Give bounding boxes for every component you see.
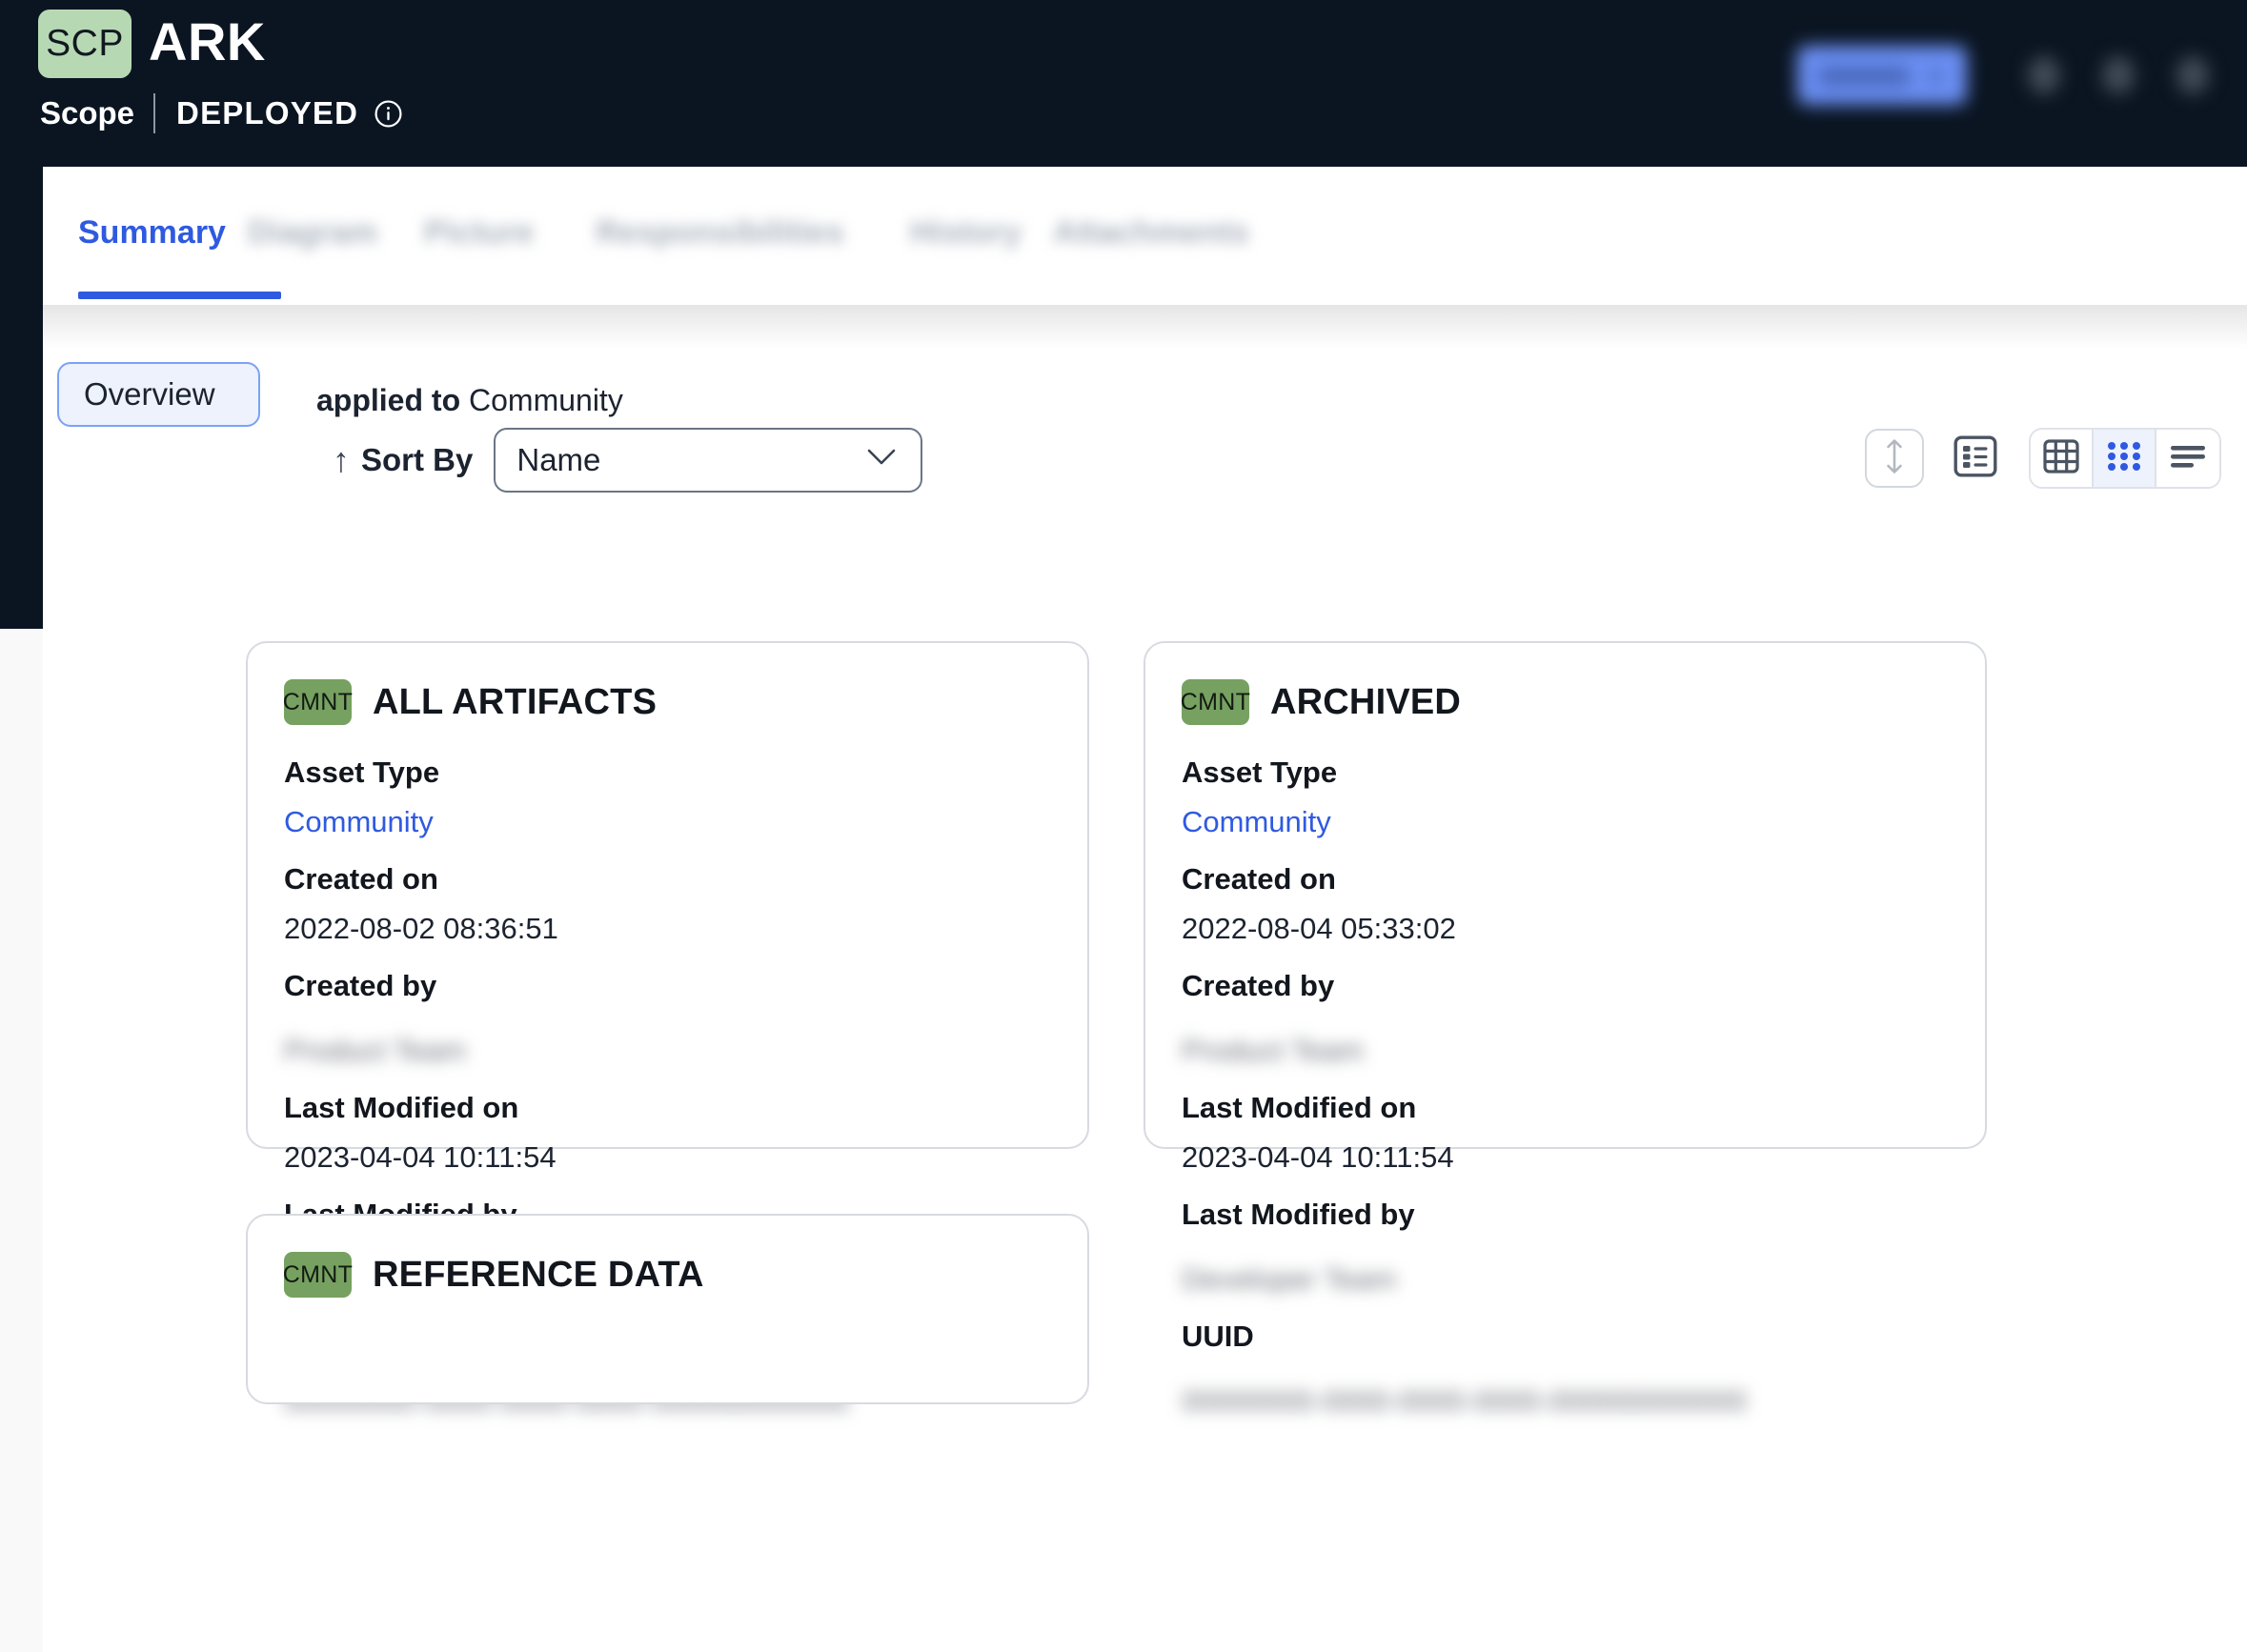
tab-bar-shadow bbox=[43, 305, 2247, 349]
field-label-created-by: Created by bbox=[284, 969, 437, 1002]
info-circle-icon[interactable] bbox=[374, 99, 403, 129]
section-rail: Overview bbox=[57, 362, 314, 427]
field-value-created-on: 2022-08-04 05:33:02 bbox=[1182, 912, 1456, 945]
tab-redacted-3[interactable]: Responsibilities bbox=[596, 214, 844, 252]
tab-redacted-4[interactable]: History bbox=[910, 214, 1022, 252]
card-title: REFERENCE DATA bbox=[373, 1254, 704, 1295]
sort-by-select[interactable]: Name bbox=[494, 428, 923, 493]
field-value-asset-type[interactable]: Community bbox=[1182, 805, 1949, 839]
tab-redacted-2[interactable]: Picture bbox=[424, 214, 534, 252]
content-panel: Summary Diagram Picture Responsibilities… bbox=[43, 167, 2247, 1652]
header-actions bbox=[1797, 46, 2218, 105]
primary-action-button[interactable] bbox=[1797, 46, 1967, 105]
list-detail-icon-button[interactable] bbox=[1953, 431, 1998, 486]
card-header: CMNT REFERENCE DATA bbox=[283, 1252, 1051, 1298]
scp-badge: SCP bbox=[38, 10, 132, 78]
sort-by-value: Name bbox=[516, 442, 601, 477]
field-value-created-on: 2022-08-02 08:36:51 bbox=[284, 912, 558, 945]
card-header: CMNT ARCHIVED bbox=[1181, 679, 1949, 725]
field-label-created-on: Created on bbox=[284, 862, 438, 896]
left-rail-light-strip bbox=[0, 629, 43, 1652]
field-label-last-modified-by: Last Modified by bbox=[1182, 1198, 1415, 1231]
expand-vertical-icon bbox=[1884, 438, 1905, 479]
dot-grid-icon bbox=[2106, 440, 2142, 477]
tab-bar: Summary Diagram Picture Responsibilities… bbox=[43, 167, 2247, 305]
asset-type-chip: CMNT bbox=[283, 1252, 353, 1298]
view-mode-table-button[interactable] bbox=[2031, 430, 2094, 487]
asset-card[interactable]: CMNT REFERENCE DATA bbox=[246, 1214, 1089, 1404]
sort-bar: ↑ Sort By Name bbox=[333, 426, 923, 494]
arrow-up-icon[interactable]: ↑ bbox=[333, 443, 350, 477]
card-header: CMNT ALL ARTIFACTS bbox=[283, 679, 1051, 725]
view-mode-grid-button[interactable] bbox=[2094, 430, 2156, 487]
header-icon-3[interactable] bbox=[2176, 56, 2209, 94]
list-detail-icon bbox=[1953, 435, 1997, 482]
header-subrow: Scope DEPLOYED bbox=[40, 93, 403, 133]
field-value-created-by: Product Team bbox=[1182, 1034, 1364, 1067]
list-lines-icon bbox=[2170, 444, 2206, 473]
field-label-asset-type: Asset Type bbox=[284, 755, 440, 789]
page-title: ARK bbox=[149, 11, 266, 71]
field-value-last-modified-on: 2023-04-04 10:11:54 bbox=[1182, 1140, 1454, 1174]
field-label-uuid: UUID bbox=[1182, 1320, 1254, 1353]
tab-redacted-5[interactable]: Attachments bbox=[1053, 214, 1249, 252]
view-mode-list-button[interactable] bbox=[2156, 430, 2219, 487]
asset-card[interactable]: CMNT ALL ARTIFACTS Asset Type Community … bbox=[246, 641, 1089, 1418]
field-label-created-on: Created on bbox=[1182, 862, 1336, 896]
card-title: ARCHIVED bbox=[1270, 681, 1462, 722]
asset-type-chip: CMNT bbox=[283, 679, 353, 725]
tab-redacted-1[interactable]: Diagram bbox=[248, 214, 377, 252]
applied-to-value: Community bbox=[469, 383, 623, 417]
applied-to-line: applied to Community bbox=[316, 383, 623, 418]
top-header-bar: SCP ARK Scope DEPLOYED bbox=[0, 0, 2247, 167]
asset-card[interactable]: CMNT ARCHIVED Asset Type Community Creat… bbox=[1144, 641, 1987, 1418]
sidebar-item-overview[interactable]: Overview bbox=[57, 362, 260, 427]
tab-summary[interactable]: Summary bbox=[78, 214, 226, 252]
applied-to-prefix: applied to bbox=[316, 383, 461, 417]
status-badge: DEPLOYED bbox=[176, 95, 359, 131]
field-label-last-modified-on: Last Modified on bbox=[1182, 1091, 1417, 1124]
field-value-uuid: 00000000-0000-0000-0000-000000000000 bbox=[1182, 1384, 1747, 1418]
table-grid-icon bbox=[2043, 438, 2079, 478]
field-label-created-by: Created by bbox=[1182, 969, 1335, 1002]
scope-label: Scope bbox=[40, 95, 135, 131]
card-title: ALL ARTIFACTS bbox=[373, 681, 658, 722]
field-label-last-modified-on: Last Modified on bbox=[284, 1091, 519, 1124]
sort-by-label: Sort By bbox=[361, 442, 474, 477]
field-value-last-modified-on: 2023-04-04 10:11:54 bbox=[284, 1140, 557, 1174]
header-icon-1[interactable] bbox=[2028, 56, 2060, 94]
brand-block: SCP ARK bbox=[38, 10, 266, 78]
chevron-down-icon bbox=[867, 449, 896, 472]
tab-active-underline bbox=[78, 292, 281, 299]
asset-type-chip: CMNT bbox=[1181, 679, 1250, 725]
view-controls bbox=[1865, 426, 2221, 491]
application-root: SCP ARK Scope DEPLOYED Summary Diagram P… bbox=[0, 0, 2247, 1652]
field-value-created-by: Product Team bbox=[284, 1034, 466, 1067]
view-mode-toggle-group bbox=[2029, 428, 2221, 489]
field-value-last-modified-by: Developer Team bbox=[1182, 1262, 1397, 1296]
header-icon-2[interactable] bbox=[2102, 56, 2135, 94]
field-value-asset-type[interactable]: Community bbox=[284, 805, 1051, 839]
field-label-asset-type: Asset Type bbox=[1182, 755, 1338, 789]
expand-vertical-icon-button[interactable] bbox=[1865, 429, 1924, 488]
